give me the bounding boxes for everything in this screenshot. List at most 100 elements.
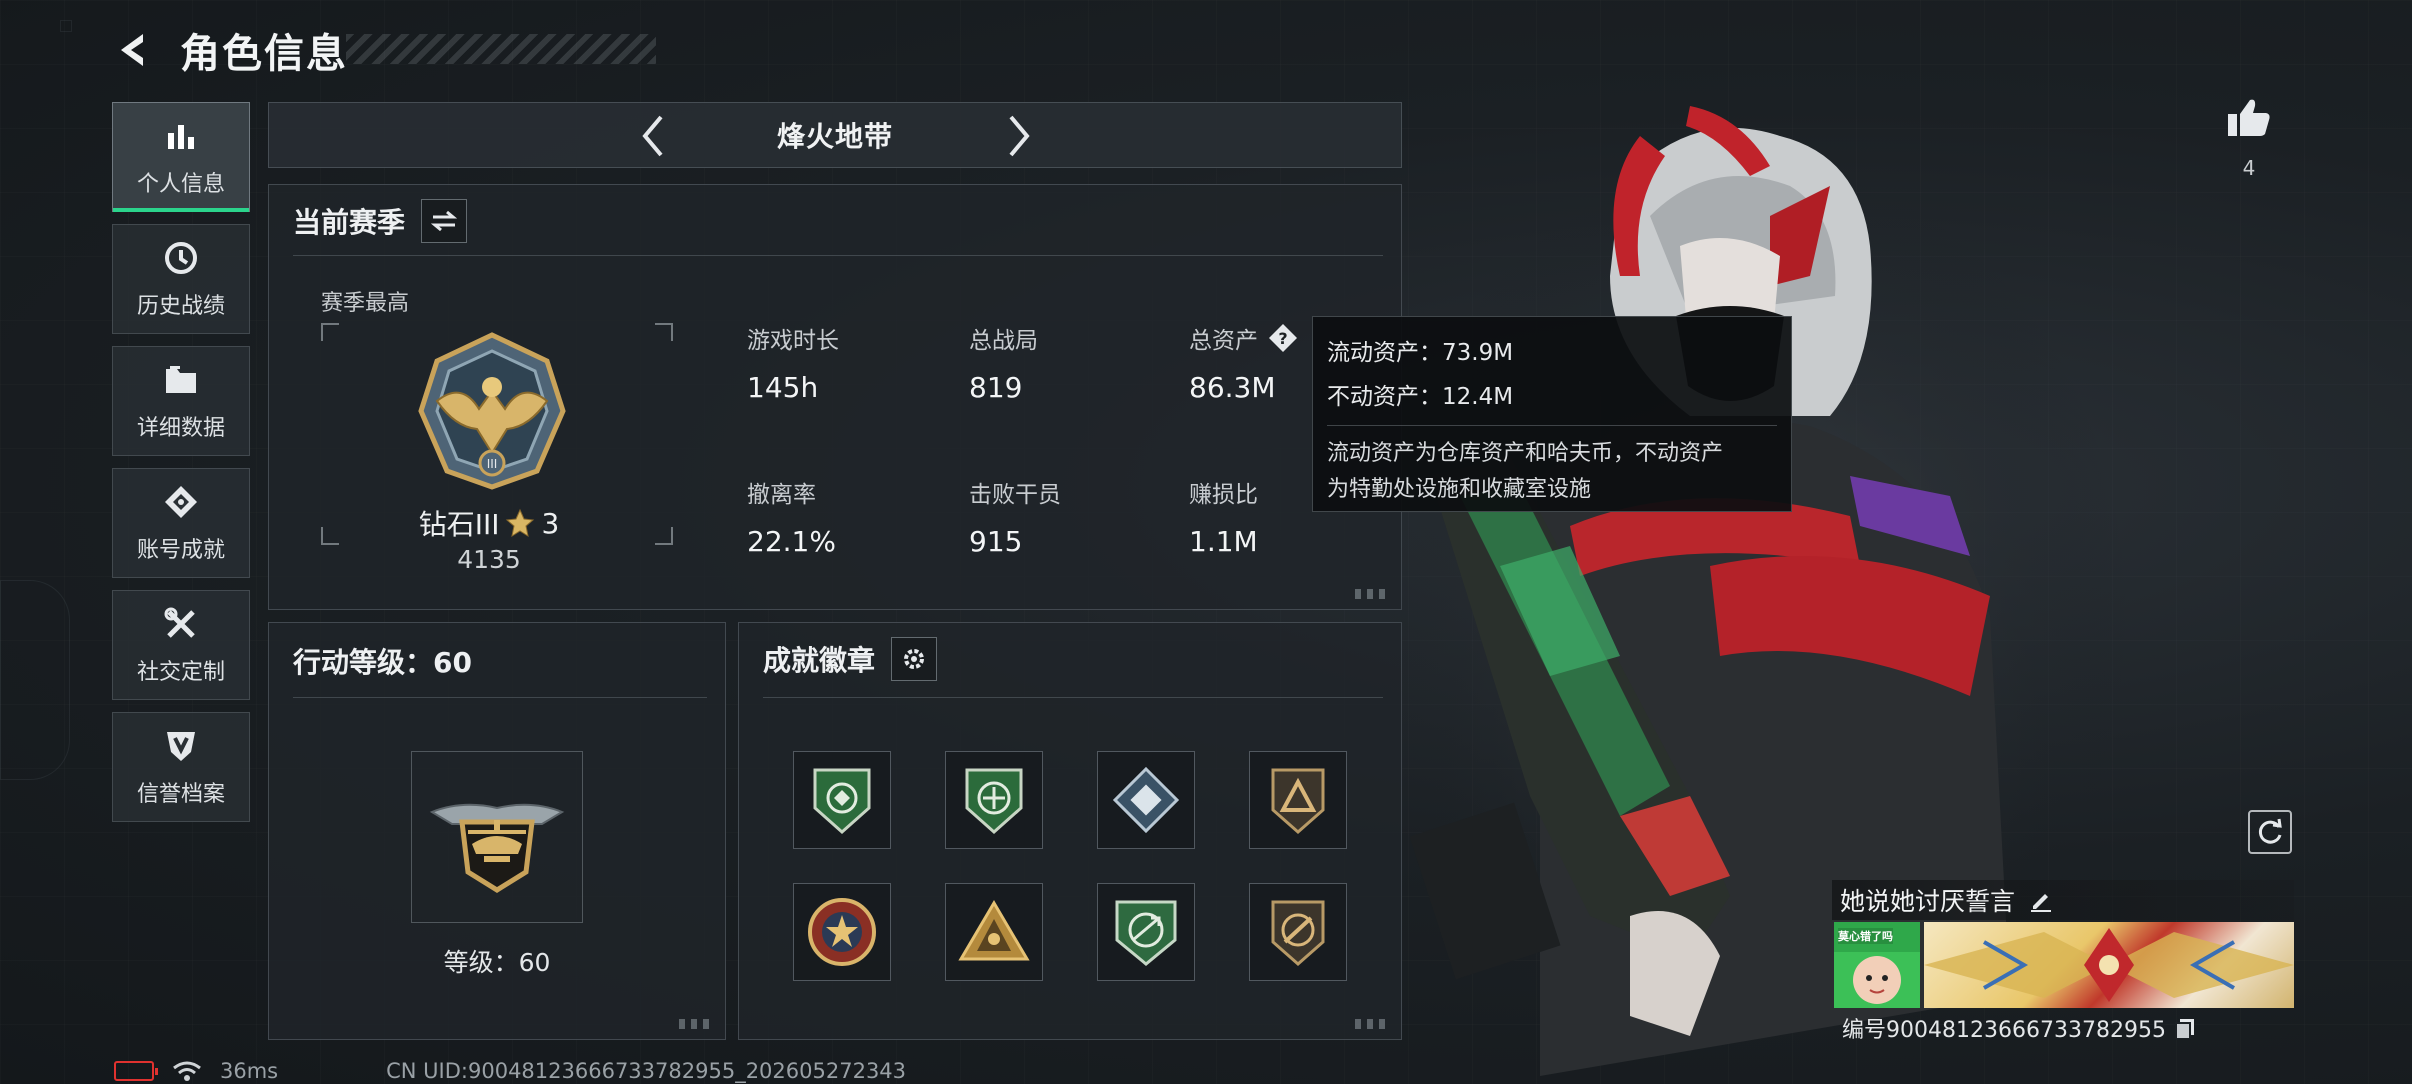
gear-icon [904, 649, 925, 669]
player-card: 她说她讨厌誓言 莫心错了吗 编号9004812366673378295​5 [1832, 880, 2294, 1043]
stat-label: 总战局 [969, 328, 1038, 354]
badge-green-shield-2[interactable] [945, 751, 1043, 849]
mode-title: 烽火地带 [776, 120, 893, 153]
switch-season-button[interactable] [421, 199, 468, 243]
tools-icon [161, 604, 201, 644]
badge-gold-pyramid[interactable] [945, 883, 1043, 981]
stat-value: 1.1M [1189, 525, 1258, 558]
stat-play-time: 游戏时长 145h [747, 321, 947, 404]
green-shield-badge-icon [813, 768, 871, 835]
section-header: 当前赛季 [293, 199, 468, 243]
previous-mode-button[interactable] [629, 113, 675, 159]
rank-score: 4135 [457, 545, 521, 574]
nav-item-achievements[interactable]: 账号成就 [112, 468, 250, 578]
divider [293, 255, 1383, 256]
ping: 36ms [220, 1059, 279, 1083]
tooltip-liquid-assets: 流动资产：73.9M [1327, 340, 1514, 366]
player-id-row: 编号9004812366673378295​5 [1842, 1012, 2196, 1044]
nav-label: 账号成就 [136, 538, 225, 563]
gold-rifle-badge-icon [1271, 900, 1325, 966]
background-frame [0, 580, 70, 780]
nav-label: 详细数据 [136, 416, 225, 441]
diamond-rank-emblem: III [418, 332, 566, 490]
section-header: 成就徽章 [763, 637, 938, 681]
like-button[interactable]: 4 [2226, 96, 2272, 180]
avatar-caption: 莫心错了吗 [1838, 928, 1893, 944]
swap-icon [431, 210, 458, 232]
thumbs-up-icon [2228, 99, 2270, 136]
rotate-model-button[interactable] [2248, 810, 2292, 854]
nav-label: 个人信息 [136, 172, 225, 197]
divider [763, 697, 1383, 698]
avatar[interactable]: 莫心错了吗 [1834, 922, 1920, 1008]
svg-text:?: ? [1278, 329, 1287, 348]
blue-diamond-badge-icon [1112, 766, 1180, 834]
svg-text:III: III [487, 457, 498, 471]
action-level-panel: 行动等级：60 等级：60 [268, 622, 726, 1040]
badge-settings-button[interactable] [891, 637, 938, 681]
green-arrows-badge-icon [1115, 900, 1177, 966]
badge-green-arrows[interactable] [1097, 883, 1195, 981]
background-frame [60, 20, 72, 32]
stat-total-matches: 总战局 819 [969, 321, 1169, 404]
stat-label: 击败干员 [969, 482, 1061, 508]
refresh-icon [2258, 818, 2282, 844]
player-name-row: 她说她讨厌誓言 [1832, 880, 2294, 920]
assets-tooltip: 流动资产：73.9M 不动资产：12.4M 流动资产为仓库资产和哈夫币，不动资产… [1312, 316, 1792, 512]
nav-item-history[interactable]: 历史战绩 [112, 224, 250, 334]
like-count: 4 [2242, 156, 2256, 180]
rank-name: 钻石III 3 [359, 503, 619, 543]
shield-icon [161, 726, 201, 766]
next-mode-button[interactable] [997, 113, 1043, 159]
bronze-triangle-badge-icon [1271, 768, 1325, 834]
folder-icon [161, 360, 201, 400]
corner-decoration [1355, 1019, 1391, 1029]
back-arrow-icon [121, 34, 143, 66]
badge-bronze-triangle[interactable] [1249, 751, 1347, 849]
nav-item-social-custom[interactable]: 社交定制 [112, 590, 250, 700]
wifi-icon [173, 1061, 201, 1081]
season-best-label: 赛季最高 [321, 291, 410, 316]
nav-item-personal-info[interactable]: 个人信息 [112, 102, 250, 212]
nav-item-detail-data[interactable]: 详细数据 [112, 346, 250, 456]
copy-icon[interactable] [2174, 1017, 2196, 1039]
status-bar: 36ms CN UID:9004812366673378295​5_202605… [114, 1058, 906, 1084]
achievement-badges-panel: 成就徽章 [738, 622, 1402, 1040]
banner-artwork [1924, 928, 2294, 1002]
badge-blue-diamond[interactable] [1097, 751, 1195, 849]
green-shield-badge-icon [965, 768, 1023, 835]
stat-value: 145h [747, 371, 819, 404]
section-header: 行动等级：60 [293, 641, 472, 681]
corner-decoration [1355, 589, 1391, 599]
nav-label: 信誉档案 [136, 782, 225, 807]
player-id: 编号9004812366673378295​5 [1842, 1018, 2166, 1043]
nav-item-credit-record[interactable]: 信誉档案 [112, 712, 250, 822]
nav-label: 历史战绩 [136, 294, 225, 319]
stat-label: 游戏时长 [747, 328, 839, 354]
tooltip-note-line: 为特勤处设施和收藏室设施 [1327, 477, 1592, 502]
help-icon[interactable]: ? [1268, 323, 1298, 353]
stat-value: 819 [969, 371, 1023, 404]
corner-decoration [679, 1019, 715, 1029]
back-button[interactable] [112, 27, 158, 73]
chevron-right-icon [1009, 115, 1030, 157]
section-title: 成就徽章 [763, 644, 876, 677]
section-title: 行动等级：60 [293, 646, 472, 679]
current-season-panel: 当前赛季 赛季最高 III 钻石III 3 4135 游戏时长 145h 总战局… [268, 184, 1402, 610]
nav-label: 社交定制 [136, 660, 225, 685]
section-title: 当前赛季 [293, 206, 406, 239]
player-name: 她说她讨厌誓言 [1840, 887, 2016, 916]
divider [1327, 425, 1777, 426]
stat-label-text: 总资产 [1189, 328, 1258, 354]
player-banner [1924, 922, 2294, 1008]
badge-gold-rifle[interactable] [1249, 883, 1347, 981]
edit-icon[interactable] [2029, 888, 2053, 912]
battery-icon [114, 1061, 158, 1081]
stat-label: 撤离率 [747, 482, 816, 508]
badge-red-star-ring[interactable] [793, 883, 891, 981]
bar-chart-icon [161, 116, 201, 156]
badge-green-shield[interactable] [793, 751, 891, 849]
page-header: 角色信息 [112, 22, 656, 78]
page-title: 角色信息 [180, 31, 348, 77]
level-text: 等级：60 [443, 948, 551, 977]
